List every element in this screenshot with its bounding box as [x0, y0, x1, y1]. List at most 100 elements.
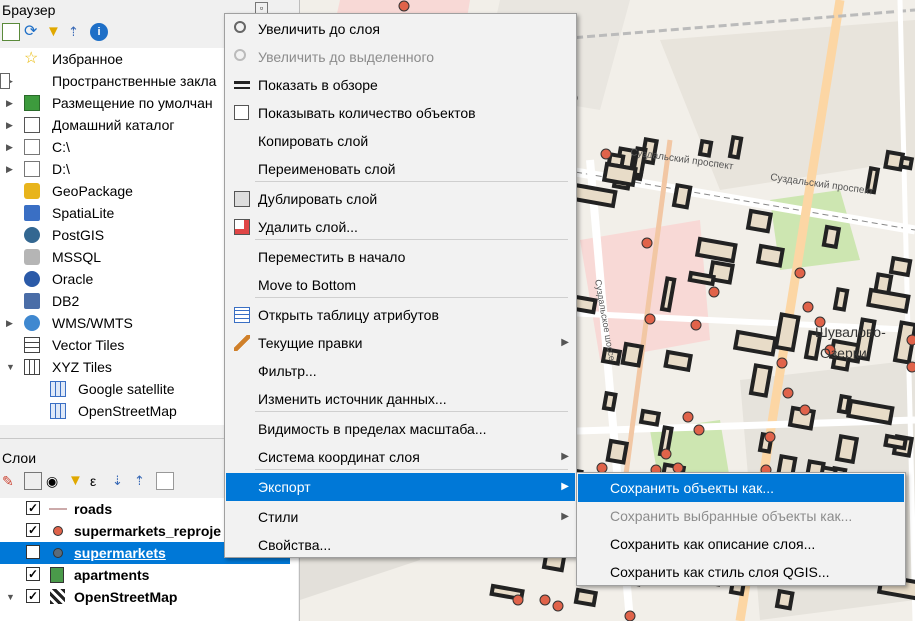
- layer-symbol-icon: [50, 567, 64, 583]
- browser-item-label: Размещение по умолчан: [52, 95, 213, 111]
- submenu-arrow-icon: ▶: [561, 481, 569, 492]
- submenu-arrow-icon: ▶: [561, 511, 569, 522]
- xyz-tiles-icon: [24, 359, 40, 375]
- menu-item-label: Переименовать слой: [258, 161, 396, 177]
- menu-item-change-data-source[interactable]: Изменить источник данных...: [226, 385, 575, 413]
- collapsed-arrow-icon[interactable]: ▶: [6, 114, 13, 136]
- filter-legend-icon[interactable]: ▼: [68, 472, 86, 490]
- browser-item-label: DB2: [52, 293, 80, 309]
- layer-visibility-checkbox[interactable]: ✓: [26, 523, 40, 537]
- menu-item-label: Видимость в пределах масштаба...: [258, 421, 487, 437]
- collapse-all-icon[interactable]: ⇡: [68, 23, 86, 41]
- collapsed-arrow-icon[interactable]: ▶: [6, 92, 13, 114]
- browser-item-label: OpenStreetMap: [78, 403, 177, 419]
- map-building: [694, 236, 738, 264]
- supermarket-point: [708, 286, 720, 298]
- menu-item-rename-layer[interactable]: Переименовать слой: [226, 155, 575, 183]
- layer-item[interactable]: ▼ ✓ OpenStreetMap: [0, 586, 290, 608]
- menu-item-move-to-top[interactable]: Переместить в начало: [226, 243, 575, 271]
- map-building: [883, 433, 909, 451]
- menu-item-export[interactable]: Экспорт ▶: [226, 473, 575, 501]
- browser-item-label: MSSQL: [52, 249, 102, 265]
- submenu-arrow-icon: ▶: [561, 451, 569, 462]
- collapse-all-layers-icon[interactable]: ⇡: [134, 472, 152, 490]
- map-building: [821, 224, 842, 250]
- submenu-item-label: Сохранить как стиль слоя QGIS...: [610, 564, 830, 580]
- menu-item-label: Увеличить до выделенного: [258, 49, 435, 65]
- menu-item-copy-layer[interactable]: Копировать слой: [226, 127, 575, 155]
- supermarket-point: [600, 148, 612, 160]
- menu-item-show-feature-count[interactable]: Показывать количество объектов: [226, 99, 575, 127]
- supermarket-point: [398, 0, 410, 12]
- map-building: [836, 393, 852, 415]
- layer-visibility-checkbox[interactable]: ✓: [26, 567, 40, 581]
- menu-item-layer-crs[interactable]: Система координат слоя ▶: [226, 443, 575, 471]
- expanded-arrow-icon[interactable]: ▼: [6, 586, 15, 608]
- layer-visibility-checkbox[interactable]: ✓: [26, 589, 40, 603]
- menu-item-show-in-overview[interactable]: Показать в обзоре: [226, 71, 575, 99]
- browser-item-label: C:\: [52, 139, 70, 155]
- layer-symbol-icon: [53, 526, 63, 536]
- menu-item-zoom-to-selection[interactable]: Увеличить до выделенного: [226, 43, 575, 71]
- browser-item-label: WMS/WMTS: [52, 315, 133, 331]
- vector-tiles-icon: [24, 337, 40, 353]
- expand-all-icon[interactable]: ⇣: [112, 472, 130, 490]
- layer-item[interactable]: ✓ apartments: [0, 564, 290, 586]
- layers-panel-title: Слои: [2, 450, 37, 466]
- remove-layer-toolbar-icon[interactable]: [156, 472, 174, 490]
- submenu-item-save-as-layer-definition[interactable]: Сохранить как описание слоя...: [578, 530, 904, 558]
- supermarket-point: [906, 361, 915, 373]
- tile-grid-icon: [50, 403, 66, 419]
- info-icon[interactable]: i: [90, 23, 108, 41]
- collapsed-arrow-icon[interactable]: ▶: [6, 136, 13, 158]
- refresh-icon[interactable]: ⟳: [24, 23, 42, 41]
- menu-item-zoom-to-layer[interactable]: Увеличить до слоя: [226, 15, 575, 43]
- style-manager-icon[interactable]: ✎: [2, 472, 20, 490]
- map-building: [748, 363, 773, 398]
- expanded-arrow-icon[interactable]: ▼: [6, 356, 15, 378]
- map-building: [605, 438, 630, 465]
- menu-item-styles[interactable]: Стили ▶: [226, 503, 575, 531]
- expression-filter-icon[interactable]: ε: [90, 472, 108, 490]
- add-group-icon[interactable]: [24, 472, 42, 490]
- eye-icon[interactable]: ◉: [46, 472, 64, 490]
- add-layer-icon[interactable]: [2, 23, 20, 41]
- zoom-selection-icon: [234, 49, 246, 61]
- supermarket-point: [624, 610, 636, 621]
- collapsed-arrow-icon[interactable]: ▶: [6, 312, 13, 334]
- supermarket-point: [764, 431, 776, 443]
- supermarket-point: [794, 267, 806, 279]
- menu-item-move-to-bottom[interactable]: Move to Bottom: [226, 271, 575, 299]
- layer-symbol-icon: [53, 548, 63, 558]
- menu-item-scale-visibility[interactable]: Видимость в пределах масштаба...: [226, 415, 575, 443]
- submenu-item-label: Сохранить как описание слоя...: [610, 536, 816, 552]
- map-building: [671, 182, 693, 210]
- map-label-district: Озерки: [820, 345, 867, 361]
- map-building: [687, 270, 716, 287]
- submenu-item-save-selected-features-as[interactable]: Сохранить выбранные объекты как...: [578, 502, 904, 530]
- map-building: [755, 243, 785, 268]
- layer-name: roads: [74, 501, 113, 517]
- filter-icon[interactable]: ▼: [46, 23, 64, 41]
- layer-visibility-checkbox[interactable]: ✓: [26, 545, 40, 559]
- menu-item-label: Стили: [258, 509, 299, 525]
- submenu-item-save-as-qgis-style[interactable]: Сохранить как стиль слоя QGIS...: [578, 558, 904, 586]
- menu-item-filter[interactable]: Фильтр...: [226, 357, 575, 385]
- map-label-district: Шувалово-: [815, 324, 886, 340]
- overview-glasses-icon: [234, 81, 250, 89]
- collapsed-arrow-icon[interactable]: ▶: [6, 158, 13, 180]
- menu-item-remove-layer[interactable]: Удалить слой...: [226, 213, 575, 241]
- submenu-item-label: Сохранить объекты как...: [610, 480, 774, 496]
- db2-icon: [24, 293, 40, 309]
- layer-visibility-checkbox[interactable]: ✓: [26, 501, 40, 515]
- menu-item-current-edits[interactable]: Текущие правки ▶: [226, 329, 575, 357]
- menu-item-label: Открыть таблицу атрибутов: [258, 307, 439, 323]
- supermarket-point: [539, 594, 551, 606]
- menu-item-open-attribute-table[interactable]: Открыть таблицу атрибутов: [226, 301, 575, 329]
- menu-item-label: Увеличить до слоя: [258, 21, 380, 37]
- submenu-item-save-features-as[interactable]: Сохранить объекты как...: [578, 474, 904, 502]
- menu-item-duplicate-layer[interactable]: Дублировать слой: [226, 185, 575, 213]
- home-folder-icon: [24, 117, 40, 133]
- submenu-item-label: Сохранить выбранные объекты как...: [610, 508, 853, 524]
- menu-item-properties[interactable]: Свойства...: [226, 531, 575, 559]
